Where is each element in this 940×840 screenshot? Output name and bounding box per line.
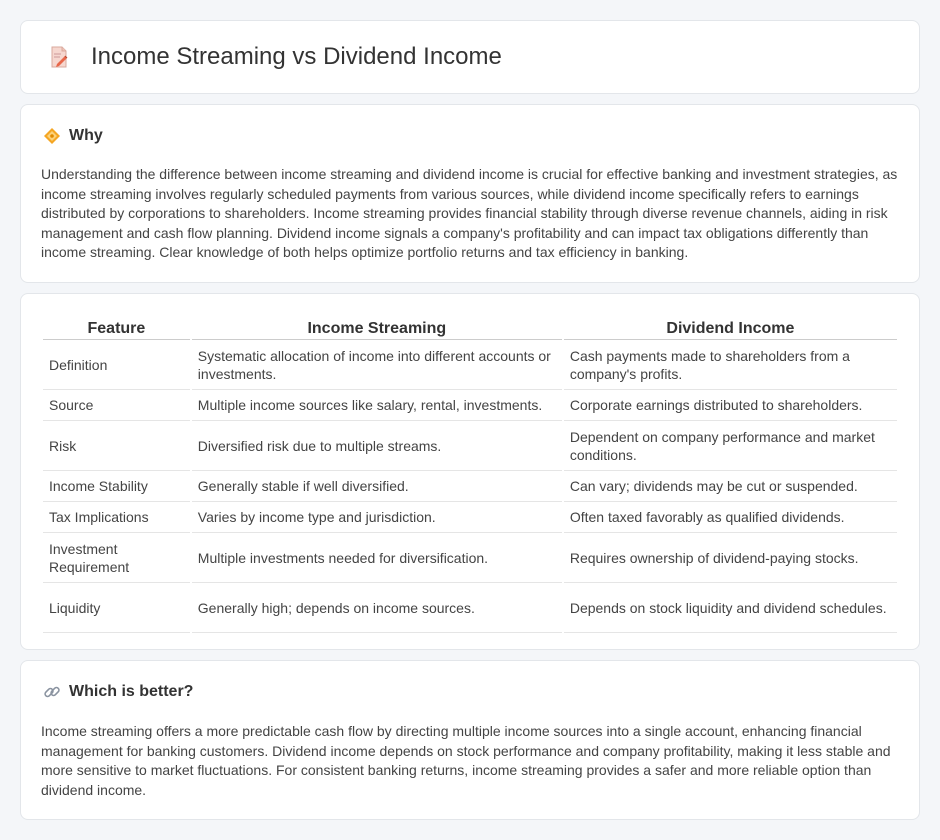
why-heading: Why xyxy=(69,127,103,144)
table-row: Source Multiple income sources like sala… xyxy=(43,390,897,421)
header-feature: Feature xyxy=(43,314,190,340)
which-better-section: Which is better? Income streaming offers… xyxy=(20,660,920,820)
table-row: Liquidity Generally high; depends on inc… xyxy=(43,583,897,633)
dividend-income-cell: Depends on stock liquidity and dividend … xyxy=(563,583,897,633)
income-streaming-cell: Diversified risk due to multiple streams… xyxy=(191,421,562,471)
link-icon xyxy=(44,686,60,698)
title-card: Income Streaming vs Dividend Income xyxy=(20,20,920,94)
feature-cell: Risk xyxy=(43,421,190,471)
table-row: Tax Implications Varies by income type a… xyxy=(43,502,897,533)
page-title: Income Streaming vs Dividend Income xyxy=(91,43,502,70)
dividend-income-cell: Cash payments made to shareholders from … xyxy=(563,340,897,390)
table-row: Income Stability Generally stable if wel… xyxy=(43,471,897,502)
table-row: Risk Diversified risk due to multiple st… xyxy=(43,421,897,471)
table-row: Investment Requirement Multiple investme… xyxy=(43,533,897,583)
income-streaming-cell: Generally high; depends on income source… xyxy=(191,583,562,633)
diamond-icon xyxy=(44,128,60,144)
dividend-income-cell: Corporate earnings distributed to shareh… xyxy=(563,390,897,421)
income-streaming-cell: Generally stable if well diversified. xyxy=(191,471,562,502)
income-streaming-cell: Multiple income sources like salary, ren… xyxy=(191,390,562,421)
dividend-income-cell: Can vary; dividends may be cut or suspen… xyxy=(563,471,897,502)
dividend-income-cell: Often taxed favorably as qualified divid… xyxy=(563,502,897,533)
income-streaming-cell: Varies by income type and jurisdiction. xyxy=(191,502,562,533)
why-text: Understanding the difference between inc… xyxy=(41,166,898,261)
table-row: Definition Systematic allocation of inco… xyxy=(43,340,897,390)
comparison-section: Feature Income Streaming Dividend Income… xyxy=(20,293,920,650)
why-section: Why Understanding the difference between… xyxy=(20,104,920,283)
dividend-income-cell: Dependent on company performance and mar… xyxy=(563,421,897,471)
feature-cell: Income Stability xyxy=(43,471,190,502)
document-pencil-icon xyxy=(51,46,68,68)
which-better-heading: Which is better? xyxy=(69,683,194,700)
which-better-text: Income streaming offers a more predictab… xyxy=(41,723,891,798)
header-income-streaming: Income Streaming xyxy=(191,314,562,340)
feature-cell: Investment Requirement xyxy=(43,533,190,583)
feature-cell: Tax Implications xyxy=(43,502,190,533)
feature-cell: Definition xyxy=(43,340,190,390)
income-streaming-cell: Systematic allocation of income into dif… xyxy=(191,340,562,390)
comparison-table: Feature Income Streaming Dividend Income… xyxy=(41,314,899,633)
header-dividend-income: Dividend Income xyxy=(563,314,897,340)
dividend-income-cell: Requires ownership of dividend-paying st… xyxy=(563,533,897,583)
feature-cell: Source xyxy=(43,390,190,421)
feature-cell: Liquidity xyxy=(43,583,190,633)
income-streaming-cell: Multiple investments needed for diversif… xyxy=(191,533,562,583)
